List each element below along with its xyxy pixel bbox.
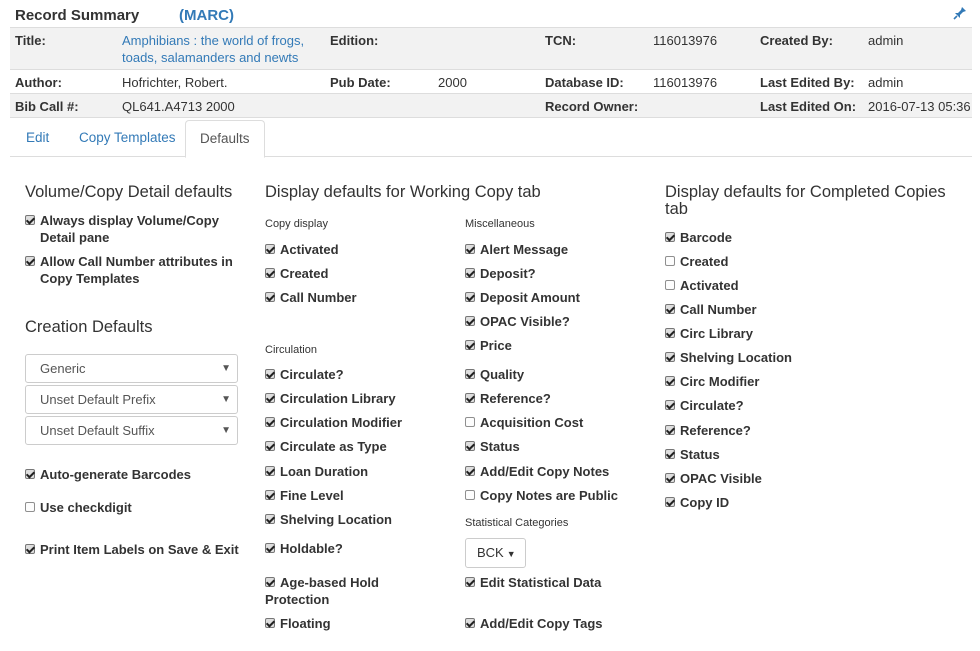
last-edited-on-value: 2016-07-13 05:36 (868, 99, 971, 114)
chevron-down-icon: ▼ (221, 363, 231, 374)
tab-bar: Edit Copy Templates Defaults (10, 120, 972, 158)
title-label: Title: (15, 33, 46, 48)
miscellaneous-heading: Miscellaneous (465, 218, 535, 230)
title-value-link[interactable]: Amphibians : the world of frogs, toads, s… (122, 32, 304, 66)
copy-display-heading: Copy display (265, 218, 328, 230)
bib-call-label: Bib Call #: (15, 99, 79, 114)
last-edited-by-label: Last Edited By: (760, 75, 855, 90)
tcn-value: 116013976 (653, 33, 718, 48)
chevron-down-icon: ▼ (221, 394, 231, 405)
created-by-label: Created By: (760, 33, 833, 48)
pin-icon[interactable] (952, 5, 968, 21)
caret-down-icon: ▼ (506, 549, 516, 559)
tab-copy-templates[interactable]: Copy Templates (65, 120, 190, 157)
working-copy-heading: Display defaults for Working Copy tab (265, 183, 541, 201)
bib-call-value: QL641.A4713 2000 (122, 99, 235, 114)
chevron-down-icon: ▼ (221, 425, 231, 436)
completed-copies-heading: Display defaults for Completed Copies tab (665, 183, 946, 218)
database-id-value: 116013976 (653, 75, 718, 90)
record-summary-title: Record Summary (15, 7, 140, 24)
summary-row-author: Author: Hofrichter, Robert. Pub Date: 20… (10, 70, 972, 94)
record-owner-label: Record Owner: (545, 99, 639, 114)
record-summary-table: Title: Amphibians : the world of frogs, t… (10, 27, 972, 118)
edition-label: Edition: (330, 33, 379, 48)
pub-date-value: 2000 (438, 75, 467, 90)
default-prefix-select[interactable]: Unset Default Prefix ▼ (25, 385, 238, 414)
summary-row-title: Title: Amphibians : the world of frogs, t… (10, 28, 972, 70)
summary-row-call: Bib Call #: QL641.A4713 2000 Record Owne… (10, 94, 972, 118)
marc-link[interactable]: (MARC) (179, 7, 234, 24)
bck-dropdown-button[interactable]: BCK ▼ (465, 538, 526, 568)
pub-date-label: Pub Date: (330, 75, 391, 90)
volume-copy-heading: Volume/Copy Detail defaults (25, 183, 233, 201)
last-edited-on-label: Last Edited On: (760, 99, 857, 114)
circulation-heading: Circulation (265, 344, 317, 356)
creation-defaults-heading: Creation Defaults (25, 318, 153, 336)
generic-select[interactable]: Generic ▼ (25, 354, 238, 383)
tab-edit[interactable]: Edit (12, 120, 63, 157)
created-by-value: admin (868, 33, 904, 48)
tcn-label: TCN: (545, 33, 577, 48)
default-suffix-select[interactable]: Unset Default Suffix ▼ (25, 416, 238, 445)
tab-defaults[interactable]: Defaults (185, 120, 265, 158)
author-value: Hofrichter, Robert. (122, 75, 228, 90)
database-id-label: Database ID: (545, 75, 624, 90)
statistical-categories-heading: Statistical Categories (465, 517, 569, 529)
author-label: Author: (15, 75, 62, 90)
last-edited-by-value: admin (868, 75, 904, 90)
